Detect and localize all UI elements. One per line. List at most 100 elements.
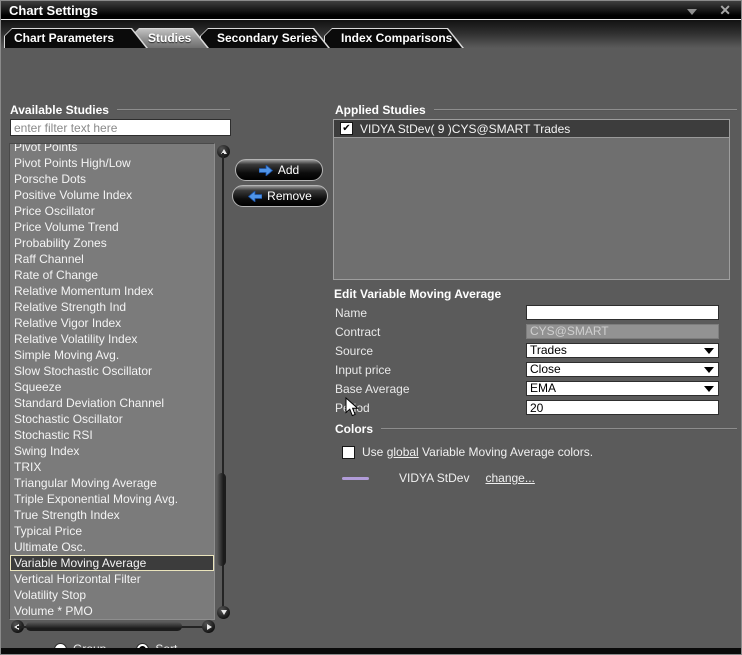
- study-list-item[interactable]: Relative Volatility Index: [10, 331, 214, 347]
- study-list-item[interactable]: Simple Moving Avg.: [10, 347, 214, 363]
- change-color-link[interactable]: change...: [485, 471, 534, 485]
- dropdown-arrow-icon: [704, 367, 714, 373]
- study-list-item[interactable]: True Strength Index: [10, 507, 214, 523]
- study-list-item[interactable]: Probability Zones: [10, 235, 214, 251]
- label-text: Variable Moving Average colors.: [419, 445, 593, 459]
- selected-value: Trades: [530, 343, 567, 357]
- study-list-item[interactable]: Volume * PMO: [10, 603, 214, 619]
- swatch-label: VIDYA StDev: [399, 471, 469, 485]
- study-list-item[interactable]: Porsche Dots: [10, 171, 214, 187]
- applied-study-label: VIDYA StDev( 9 )CYS@SMART Trades: [360, 122, 570, 136]
- field-row-contract: ContractCYS@SMART: [333, 322, 719, 341]
- window-title: Chart Settings: [9, 3, 98, 18]
- scrollbar-thumb[interactable]: [217, 473, 226, 566]
- available-studies-list: Pivot PointsPivot Points High/LowPorsche…: [9, 143, 215, 620]
- contract-field: CYS@SMART: [526, 324, 719, 339]
- study-list-item[interactable]: Swing Index: [10, 443, 214, 459]
- study-list-item[interactable]: Positive Volume Index: [10, 187, 214, 203]
- field-label: Name: [333, 306, 367, 320]
- study-list-item[interactable]: Relative Momentum Index: [10, 283, 214, 299]
- study-list-item[interactable]: Squeeze: [10, 379, 214, 395]
- horizontal-scrollbar: [11, 620, 215, 634]
- name-input[interactable]: [526, 305, 719, 320]
- study-list-item[interactable]: Relative Vigor Index: [10, 315, 214, 331]
- collapse-icon[interactable]: [687, 9, 697, 15]
- use-global-colors-label: Use global Variable Moving Average color…: [362, 445, 593, 459]
- study-list-item[interactable]: Rate of Change: [10, 267, 214, 283]
- scroll-right-button[interactable]: [202, 620, 215, 633]
- arrow-right-icon: [259, 165, 273, 176]
- study-color-row: VIDYA StDev change...: [342, 471, 535, 485]
- study-list-item[interactable]: Pivot Points: [10, 143, 214, 155]
- field-row-source: Source Trades: [333, 341, 719, 360]
- available-studies-title: Available Studies: [10, 103, 109, 117]
- colors-title: Colors: [335, 422, 373, 436]
- edit-section-title: Edit Variable Moving Average: [334, 287, 501, 301]
- study-list-item[interactable]: Triple Exponential Moving Avg.: [10, 491, 214, 507]
- tab-chart-parameters[interactable]: Chart Parameters: [4, 28, 148, 48]
- base-average-dropdown[interactable]: EMA: [526, 381, 719, 396]
- study-list-item[interactable]: Typical Price: [10, 523, 214, 539]
- edit-fields: Name ContractCYS@SMART Source Trades Input p…: [333, 303, 719, 417]
- study-list-item[interactable]: Price Volume Trend: [10, 219, 214, 235]
- study-list-item[interactable]: Stochastic Oscillator: [10, 411, 214, 427]
- dropdown-arrow-icon: [704, 386, 714, 392]
- add-button[interactable]: Add: [235, 159, 323, 181]
- global-link[interactable]: global: [387, 445, 419, 459]
- period-input[interactable]: [526, 400, 719, 415]
- line-color-swatch: [342, 477, 369, 480]
- applied-study-row[interactable]: ✔ VIDYA StDev( 9 )CYS@SMART Trades: [334, 120, 729, 138]
- available-studies-header: Available Studies: [10, 103, 230, 117]
- tab-index-comparisons[interactable]: Index Comparisons: [324, 28, 464, 48]
- study-list-item[interactable]: Pivot Points High/Low: [10, 155, 214, 171]
- study-enabled-checkbox[interactable]: ✔: [340, 122, 353, 135]
- scroll-down-button[interactable]: [217, 606, 230, 619]
- field-row-input-price: Input priceClose: [333, 360, 719, 379]
- study-list-item[interactable]: Triangular Moving Average: [10, 475, 214, 491]
- tab-label: Secondary Series: [217, 28, 318, 48]
- field-row-period: Period: [333, 398, 719, 417]
- close-icon[interactable]: ✕: [719, 2, 731, 19]
- field-label: Base Average: [333, 382, 410, 396]
- selected-value: EMA: [530, 381, 556, 395]
- study-list-item[interactable]: Volatility Stop: [10, 587, 214, 603]
- field-row-name: Name: [333, 303, 719, 322]
- applied-studies-title: Applied Studies: [335, 103, 426, 117]
- study-list-item[interactable]: Slow Stochastic Oscillator: [10, 363, 214, 379]
- header-rule: [117, 109, 230, 111]
- study-list-item[interactable]: Standard Deviation Channel: [10, 395, 214, 411]
- add-button-label: Add: [278, 163, 299, 177]
- study-list-item[interactable]: Ultimate Osc.: [10, 539, 214, 555]
- field-row-base-average: Base Average EMA: [333, 379, 719, 398]
- header-rule: [434, 109, 737, 111]
- label-text: Use: [362, 445, 387, 459]
- study-list-item[interactable]: Variable Moving Average: [10, 555, 214, 571]
- header-rule: [381, 428, 737, 430]
- dialog-bottom-edge: [1, 648, 741, 655]
- tab-secondary-series[interactable]: Secondary Series: [200, 28, 330, 48]
- source-dropdown[interactable]: Trades: [526, 343, 719, 358]
- remove-button-label: Remove: [267, 189, 312, 203]
- scrollbar-thumb[interactable]: [26, 622, 182, 631]
- study-list-item[interactable]: Stochastic RSI: [10, 427, 214, 443]
- remove-button[interactable]: Remove: [232, 185, 328, 207]
- field-label: Source: [333, 344, 373, 358]
- study-list-item[interactable]: Relative Strength Ind: [10, 299, 214, 315]
- field-label: Period: [333, 401, 370, 415]
- study-filter-input[interactable]: [10, 119, 231, 136]
- dropdown-arrow-icon: [704, 348, 714, 354]
- applied-studies-header: Applied Studies: [335, 103, 737, 117]
- study-list-item[interactable]: TRIX: [10, 459, 214, 475]
- use-global-colors-checkbox[interactable]: [342, 446, 355, 459]
- applied-studies-list: ✔ VIDYA StDev( 9 )CYS@SMART Trades: [333, 119, 730, 280]
- dialog-content: Available Studies Pivot PointsPivot Poin…: [1, 48, 741, 648]
- input-price-dropdown[interactable]: Close: [526, 362, 719, 377]
- arrow-down-icon: [221, 610, 227, 615]
- colors-header: Colors: [335, 422, 737, 436]
- vertical-scrollbar: [215, 145, 232, 619]
- tab-label: Index Comparisons: [341, 28, 452, 48]
- study-list-item[interactable]: Raff Channel: [10, 251, 214, 267]
- study-list-item[interactable]: Vertical Horizontal Filter: [10, 571, 214, 587]
- chart-settings-dialog: Chart Settings ✕ Chart ParametersStudies…: [0, 0, 742, 655]
- study-list-item[interactable]: Price Oscillator: [10, 203, 214, 219]
